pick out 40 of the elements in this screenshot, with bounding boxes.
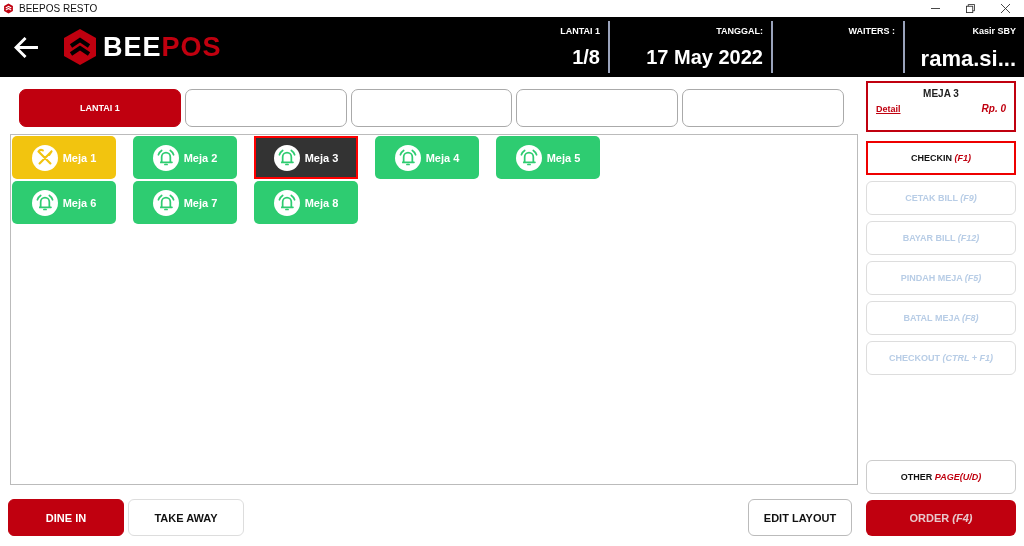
cashier-name: rama.si...: [920, 45, 1016, 69]
table-button[interactable]: Meja 6: [12, 181, 116, 224]
table-button[interactable]: Meja 3: [254, 136, 358, 179]
edit-layout-button[interactable]: EDIT LAYOUT: [748, 499, 852, 536]
date-value: 17 May 2022: [646, 45, 763, 69]
logo-icon: [63, 29, 97, 65]
bell-icon: [394, 144, 421, 171]
bell-icon: [152, 144, 179, 171]
table-button[interactable]: Meja 2: [133, 136, 237, 179]
cashier-label: Kasir SBY: [972, 25, 1016, 36]
close-icon[interactable]: [1001, 4, 1010, 13]
table-button[interactable]: Meja 7: [133, 181, 237, 224]
bell-icon: [273, 189, 300, 216]
app-icon: [3, 3, 14, 14]
brand-logo-text: BEEPOS: [103, 31, 222, 63]
bell-icon: [273, 144, 300, 171]
waiters-label: WAITERS :: [848, 25, 895, 36]
order-button[interactable]: ORDER (F4): [866, 500, 1016, 536]
table-button[interactable]: Meja 1: [12, 136, 116, 179]
total-amount: Rp. 0: [981, 103, 1006, 114]
order-mode-button[interactable]: TAKE AWAY: [128, 499, 244, 536]
bell-icon: [31, 189, 58, 216]
bell-icon: [152, 189, 179, 216]
selected-table-title: MEJA 3: [923, 88, 959, 99]
other-page-button[interactable]: OTHER PAGE(U/D): [866, 460, 1016, 494]
back-arrow-icon[interactable]: [14, 36, 39, 58]
floor-tab[interactable]: LANTAI 1: [19, 89, 181, 127]
table-button[interactable]: Meja 4: [375, 136, 479, 179]
fork-knife-icon: [31, 144, 58, 171]
floor-label: LANTAI 1: [560, 25, 600, 36]
floor-value: 1/8: [572, 45, 600, 69]
order-mode-button[interactable]: DINE IN: [8, 499, 124, 536]
date-label: TANGGAL:: [716, 25, 763, 36]
restore-icon[interactable]: [966, 4, 975, 13]
window-title: BEEPOS RESTO: [19, 3, 98, 14]
bell-icon: [515, 144, 542, 171]
action-button[interactable]: CHECKIN (F1): [866, 141, 1016, 175]
table-button[interactable]: Meja 8: [254, 181, 358, 224]
table-button[interactable]: Meja 5: [496, 136, 600, 179]
detail-link[interactable]: Detail: [876, 103, 901, 114]
